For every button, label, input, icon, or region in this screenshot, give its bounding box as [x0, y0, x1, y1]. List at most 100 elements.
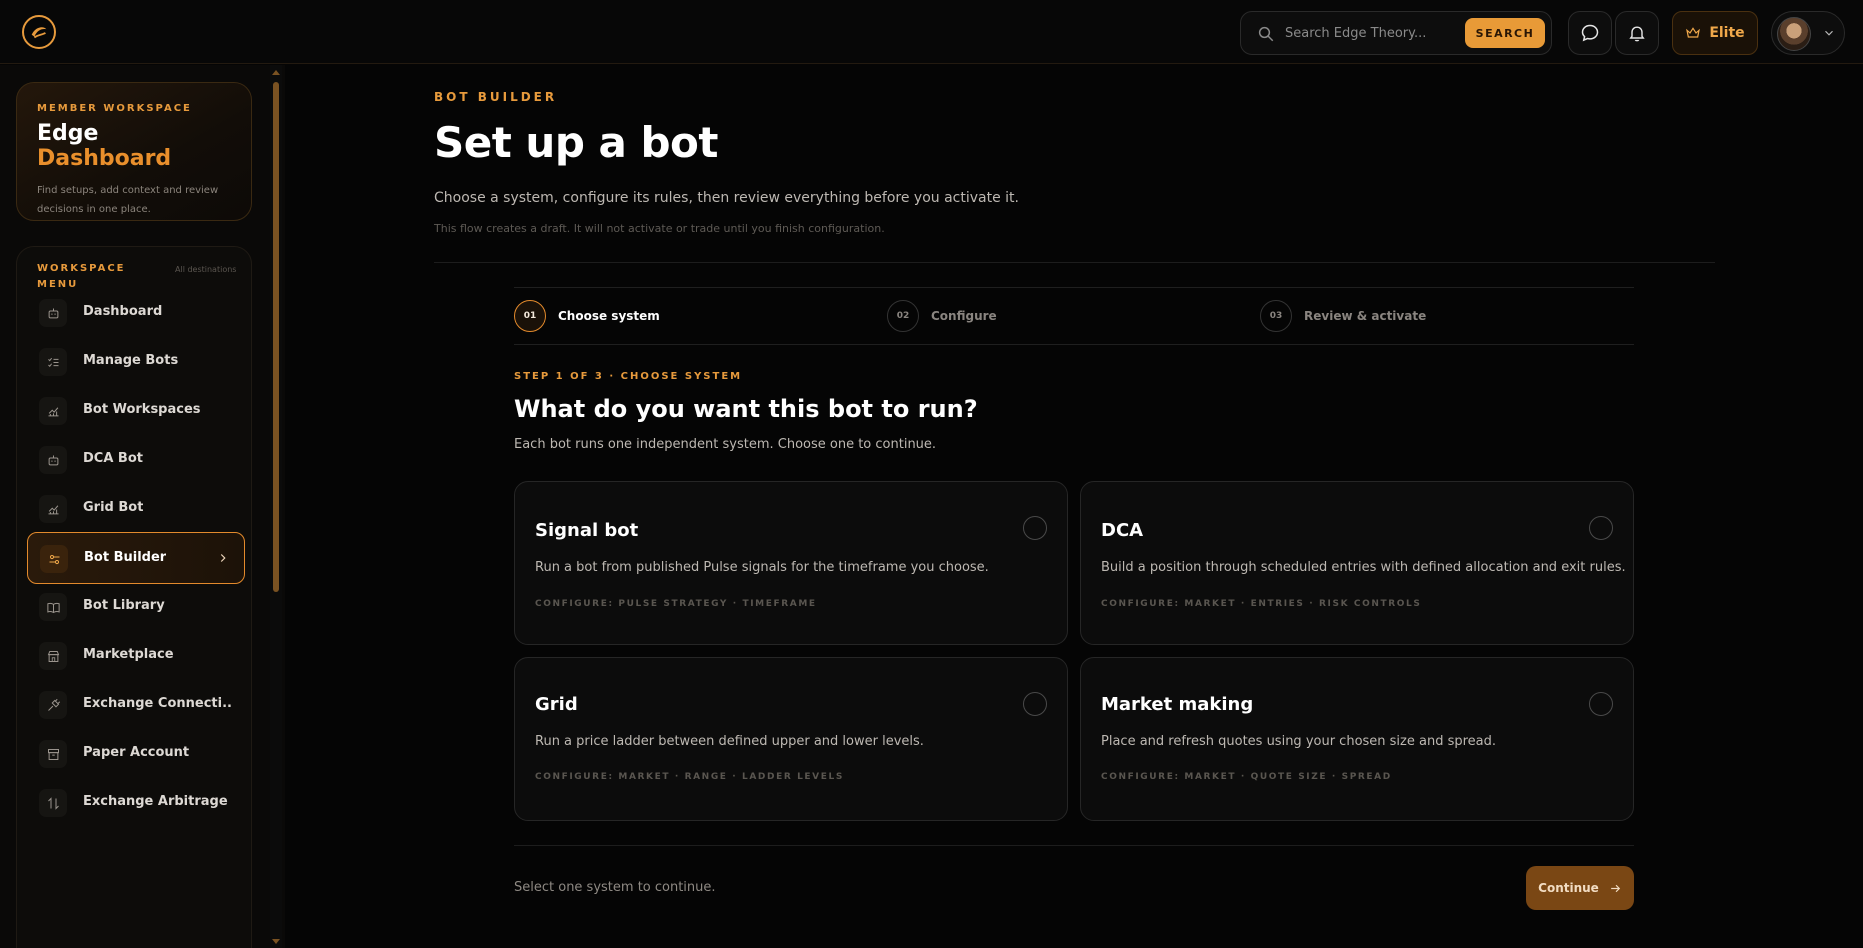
workspace-card: MEMBER WORKSPACE Edge Dashboard Find set… — [16, 82, 252, 221]
sidebar-item-dca-bot[interactable]: DCA Bot — [27, 434, 245, 486]
sidebar-item-manage-bots[interactable]: Manage Bots — [27, 336, 245, 388]
sidebar-item-grid-bot[interactable]: Grid Bot — [27, 483, 245, 535]
step-number: 01 — [514, 300, 546, 332]
checklist-icon — [39, 348, 67, 376]
book-icon — [39, 593, 67, 621]
continue-label: Continue — [1538, 881, 1599, 895]
option-signal-bot[interactable]: Signal bot Run a bot from published Puls… — [514, 481, 1068, 645]
search-button[interactable]: SEARCH — [1465, 18, 1545, 48]
page-title: Set up a bot — [434, 118, 718, 167]
sidebar-item-label: Marketplace — [83, 647, 174, 662]
scroll-down-icon[interactable] — [271, 936, 281, 946]
option-title: Grid — [535, 694, 578, 715]
sidebar-item-label: Bot Workspaces — [83, 402, 201, 417]
messages-button[interactable] — [1568, 11, 1612, 55]
sidebar-item-bot-library[interactable]: Bot Library — [27, 581, 245, 633]
sidebar-item-exchange-connections[interactable]: Exchange Connecti... — [27, 679, 245, 731]
divider — [434, 262, 1715, 263]
workspace-eyebrow: MEMBER WORKSPACE — [37, 103, 192, 114]
robot-icon — [39, 446, 67, 474]
chart-icon — [39, 495, 67, 523]
page-lead: Choose a system, configure its rules, th… — [434, 190, 1019, 206]
sliders-icon — [40, 545, 68, 573]
step-choose-system[interactable]: 01 Choose system — [514, 300, 660, 332]
sidebar-item-paper-account[interactable]: Paper Account — [27, 728, 245, 780]
option-grid[interactable]: Grid Run a price ladder between defined … — [514, 657, 1068, 821]
option-title: DCA — [1101, 520, 1144, 541]
option-dca[interactable]: DCA Build a position through scheduled e… — [1080, 481, 1634, 645]
top-bar: SEARCH Elite — [0, 0, 1863, 64]
profile-menu[interactable] — [1771, 11, 1845, 55]
option-market-making[interactable]: Market making Place and refresh quotes u… — [1080, 657, 1634, 821]
option-title: Signal bot — [535, 520, 639, 541]
divider — [514, 845, 1634, 846]
breadcrumb: BOT BUILDER — [434, 90, 558, 104]
search-bar: SEARCH — [1240, 11, 1552, 55]
option-radio[interactable] — [1023, 516, 1047, 540]
search-input[interactable] — [1285, 22, 1465, 44]
chevron-down-icon — [1825, 30, 1833, 36]
sidebar-item-exchange-arbitrage[interactable]: Exchange Arbitrage — [27, 777, 245, 829]
step-review-activate[interactable]: 03 Review & activate — [1260, 300, 1426, 332]
workspace-title-part2: Dashboard — [37, 146, 172, 171]
chevron-right-icon — [220, 554, 226, 562]
bell-icon — [1629, 26, 1645, 42]
sidebar-item-label: Dashboard — [83, 304, 163, 319]
section-subtext: Each bot runs one independent system. Ch… — [514, 437, 937, 452]
sidebar-item-dashboard[interactable]: Dashboard — [27, 287, 245, 339]
plan-badge[interactable]: Elite — [1672, 11, 1758, 55]
sidebar-item-label: Bot Builder — [84, 550, 167, 565]
step-number: 02 — [887, 300, 919, 332]
chat-icon — [1581, 24, 1599, 42]
option-radio[interactable] — [1023, 692, 1047, 716]
workspace-menu: WORKSPACE MENU All destinations Dashboar… — [16, 246, 252, 948]
step-label: Configure — [931, 309, 997, 323]
option-meta: CONFIGURE: MARKET · QUOTE SIZE · SPREAD — [1101, 772, 1392, 782]
step-configure[interactable]: 02 Configure — [887, 300, 997, 332]
store-icon — [39, 642, 67, 670]
workspace-title: Edge Dashboard — [37, 121, 231, 171]
option-description: Place and refresh quotes using your chos… — [1101, 734, 1497, 749]
option-meta: CONFIGURE: MARKET · RANGE · LADDER LEVEL… — [535, 772, 844, 782]
option-radio[interactable] — [1589, 516, 1613, 540]
sidebar-item-bot-workspaces[interactable]: Bot Workspaces — [27, 385, 245, 437]
option-meta: CONFIGURE: MARKET · ENTRIES · RISK CONTR… — [1101, 599, 1422, 609]
plan-label: Elite — [1709, 25, 1745, 41]
sidebar-item-label: DCA Bot — [83, 451, 143, 466]
crown-icon — [1686, 27, 1701, 38]
robot-icon — [39, 299, 67, 327]
notifications-button[interactable] — [1615, 11, 1659, 55]
sidebar-item-bot-builder[interactable]: Bot Builder — [27, 532, 245, 584]
sidebar-item-label: Manage Bots — [83, 353, 179, 368]
option-title: Market making — [1101, 694, 1254, 715]
search-icon — [1258, 26, 1274, 42]
option-radio[interactable] — [1589, 692, 1613, 716]
archive-icon — [39, 740, 67, 768]
option-description: Run a price ladder between defined upper… — [535, 734, 924, 749]
footer-hint: Select one system to continue. — [514, 880, 716, 895]
option-meta: CONFIGURE: PULSE STRATEGY · TIMEFRAME — [535, 599, 817, 609]
draft-note: This flow creates a draft. It will not a… — [434, 222, 885, 235]
step-label: Review & activate — [1304, 309, 1427, 323]
option-description: Run a bot from published Pulse signals f… — [535, 560, 989, 575]
step-number: 03 — [1260, 300, 1292, 332]
chart-icon — [39, 397, 67, 425]
sidebar-item-label: Grid Bot — [83, 500, 144, 515]
sidebar: MEMBER WORKSPACE Edge Dashboard Find set… — [0, 65, 285, 948]
logo-icon[interactable] — [22, 15, 56, 49]
step-label: Choose system — [558, 309, 660, 323]
menu-scope: All destinations — [175, 265, 237, 274]
arrow-right-icon — [1610, 884, 1620, 892]
swap-icon — [39, 789, 67, 817]
step-tag: STEP 1 OF 3 · CHOOSE SYSTEM — [514, 371, 743, 382]
plug-icon — [39, 691, 67, 719]
section-question: What do you want this bot to run? — [514, 395, 978, 423]
continue-button[interactable]: Continue — [1526, 866, 1634, 910]
sidebar-item-label: Bot Library — [83, 598, 165, 613]
sidebar-item-marketplace[interactable]: Marketplace — [27, 630, 245, 682]
sidebar-item-label: Exchange Connecti... — [83, 696, 233, 711]
stepper: 01 Choose system 02 Configure 03 Review … — [514, 287, 1634, 345]
scroll-up-icon[interactable] — [271, 68, 281, 78]
option-description: Build a position through scheduled entri… — [1101, 560, 1626, 575]
sidebar-scroll-thumb[interactable] — [273, 82, 279, 592]
